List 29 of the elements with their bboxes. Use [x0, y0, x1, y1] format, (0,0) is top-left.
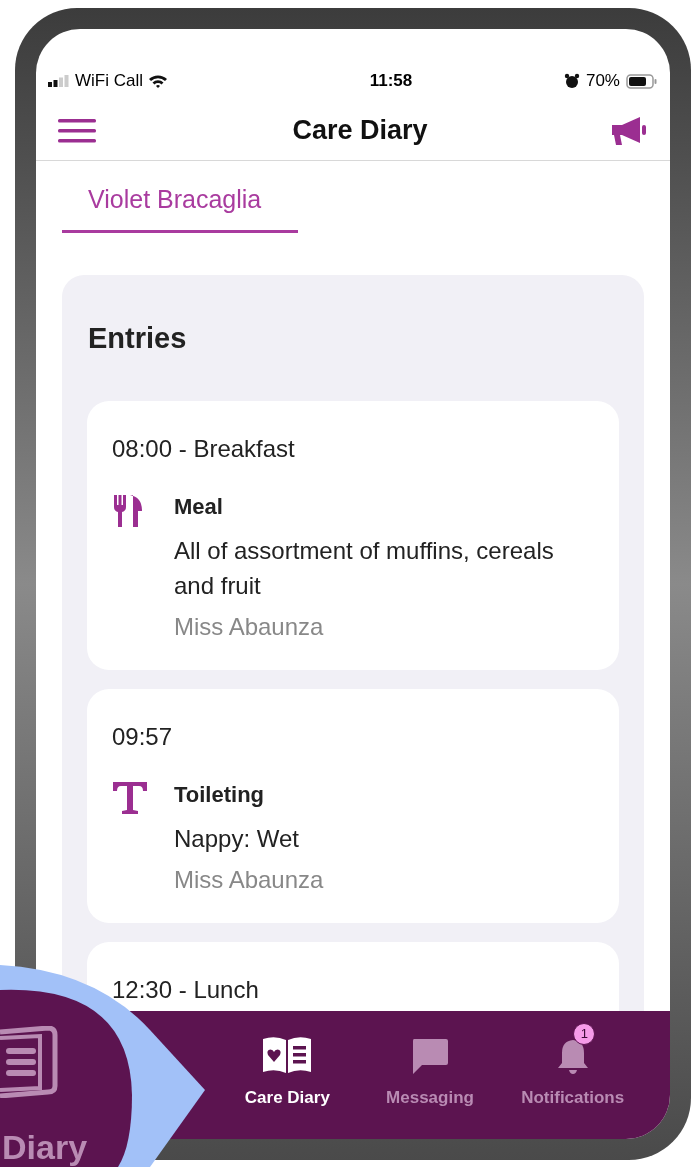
wifi-icon: [148, 74, 168, 88]
status-time: 11:58: [369, 70, 413, 93]
screen-title: Care Diary: [292, 114, 428, 148]
entry-author: Miss Abaunza: [174, 611, 325, 642]
fork-knife-icon: [112, 492, 144, 529]
entry-description: All of assortment of muffins, cereals and fruit: [174, 535, 555, 601]
carrier-label: WiFi Call: [75, 70, 143, 93]
alarm-icon: [563, 73, 580, 89]
child-tab[interactable]: Violet Bracaglia: [62, 177, 298, 233]
battery-icon: [626, 73, 658, 89]
letter-t-icon: [112, 780, 148, 815]
menu-button[interactable]: [58, 117, 96, 144]
nav-tab[interactable]: Notifications 1: [501, 1011, 644, 1139]
entry-time: 12:30 - Lunch: [112, 974, 260, 1005]
section-title: Entries: [87, 321, 188, 356]
nav-tab[interactable]: Messaging: [358, 1011, 502, 1139]
book-icon: [0, 1026, 58, 1098]
battery-percent: 70%: [585, 70, 620, 93]
entry-category: Meal: [174, 492, 224, 521]
signal-icon: [48, 75, 70, 87]
entry-category: Toileting: [174, 780, 266, 809]
megaphone-button[interactable]: [610, 114, 648, 147]
entry-time: 09:57: [112, 721, 174, 752]
nav-tab[interactable]: Care Diary: [216, 1011, 359, 1139]
callout-label: Diary: [2, 1127, 88, 1167]
entry-description: Nappy: Wet: [174, 823, 300, 854]
entry-time: 08:00 - Breakfast: [112, 433, 296, 464]
entry-author: Miss Abaunza: [174, 864, 325, 895]
notification-badge: 1: [573, 1023, 596, 1045]
